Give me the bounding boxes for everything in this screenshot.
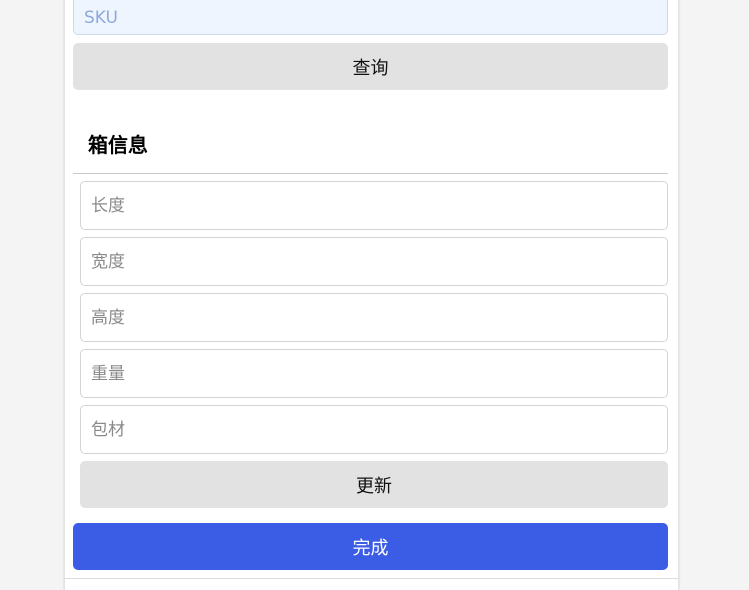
query-button[interactable]: 查询 — [73, 43, 668, 90]
length-input[interactable] — [80, 181, 668, 230]
update-button[interactable]: 更新 — [80, 461, 668, 508]
done-button[interactable]: 完成 — [73, 523, 668, 570]
width-input[interactable] — [80, 237, 668, 286]
sku-input[interactable] — [73, 0, 668, 35]
section-divider — [73, 173, 668, 174]
bottom-divider — [64, 578, 678, 579]
packaging-input[interactable] — [80, 405, 668, 454]
weight-input[interactable] — [80, 349, 668, 398]
box-info-heading: 箱信息 — [88, 133, 148, 157]
height-input[interactable] — [80, 293, 668, 342]
